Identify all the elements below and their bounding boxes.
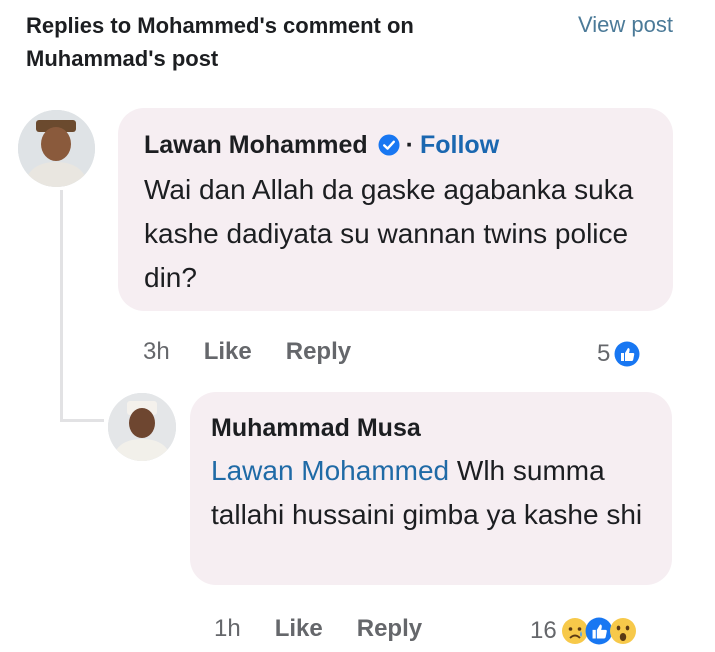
reply-like-button[interactable]: Like — [275, 614, 323, 644]
avatar-comment-author[interactable] — [18, 110, 95, 187]
follow-button[interactable]: Follow — [420, 131, 499, 159]
comment-author-line: Lawan Mohammed · Follow — [144, 130, 499, 163]
avatar-photo — [18, 110, 95, 187]
comment-actions: 3h Like Reply — [143, 337, 385, 367]
avatar-photo — [108, 393, 176, 461]
reply-actions: 1h Like Reply — [214, 614, 456, 644]
comment-author-name[interactable]: Lawan Mohammed — [144, 131, 368, 159]
page-title: Replies to Mohammed's comment on Muhamma… — [26, 13, 414, 71]
thread-connector-horizontal — [60, 419, 104, 422]
reply-text-block: Lawan Mohammed Wlh summa tallahi hussain… — [211, 449, 661, 537]
reply-reply-button[interactable]: Reply — [357, 614, 422, 644]
reply-reaction-count: 16 — [530, 617, 557, 644]
wow-icon — [609, 617, 637, 645]
reply-button[interactable]: Reply — [286, 337, 351, 367]
reply-author-name[interactable]: Muhammad Musa — [211, 413, 421, 443]
comment-text: Wai dan Allah da gaske agabanka suka kas… — [144, 174, 634, 293]
reply-mention-link[interactable]: Lawan Mohammed — [211, 455, 449, 486]
comment-reactions[interactable]: 5 — [597, 339, 640, 369]
avatar-reply-author[interactable] — [108, 393, 176, 461]
verified-badge-icon — [378, 133, 400, 163]
thread-connector-vertical — [60, 190, 63, 422]
view-post-link[interactable]: View post — [578, 10, 673, 40]
separator-dot: · — [405, 131, 414, 159]
like-button[interactable]: Like — [204, 337, 252, 367]
reaction-count: 5 — [597, 340, 611, 367]
like-icon — [614, 341, 640, 367]
comment-timestamp[interactable]: 3h — [143, 337, 170, 367]
reply-reactions[interactable]: 16 — [530, 616, 637, 646]
reply-timestamp[interactable]: 1h — [214, 614, 241, 644]
